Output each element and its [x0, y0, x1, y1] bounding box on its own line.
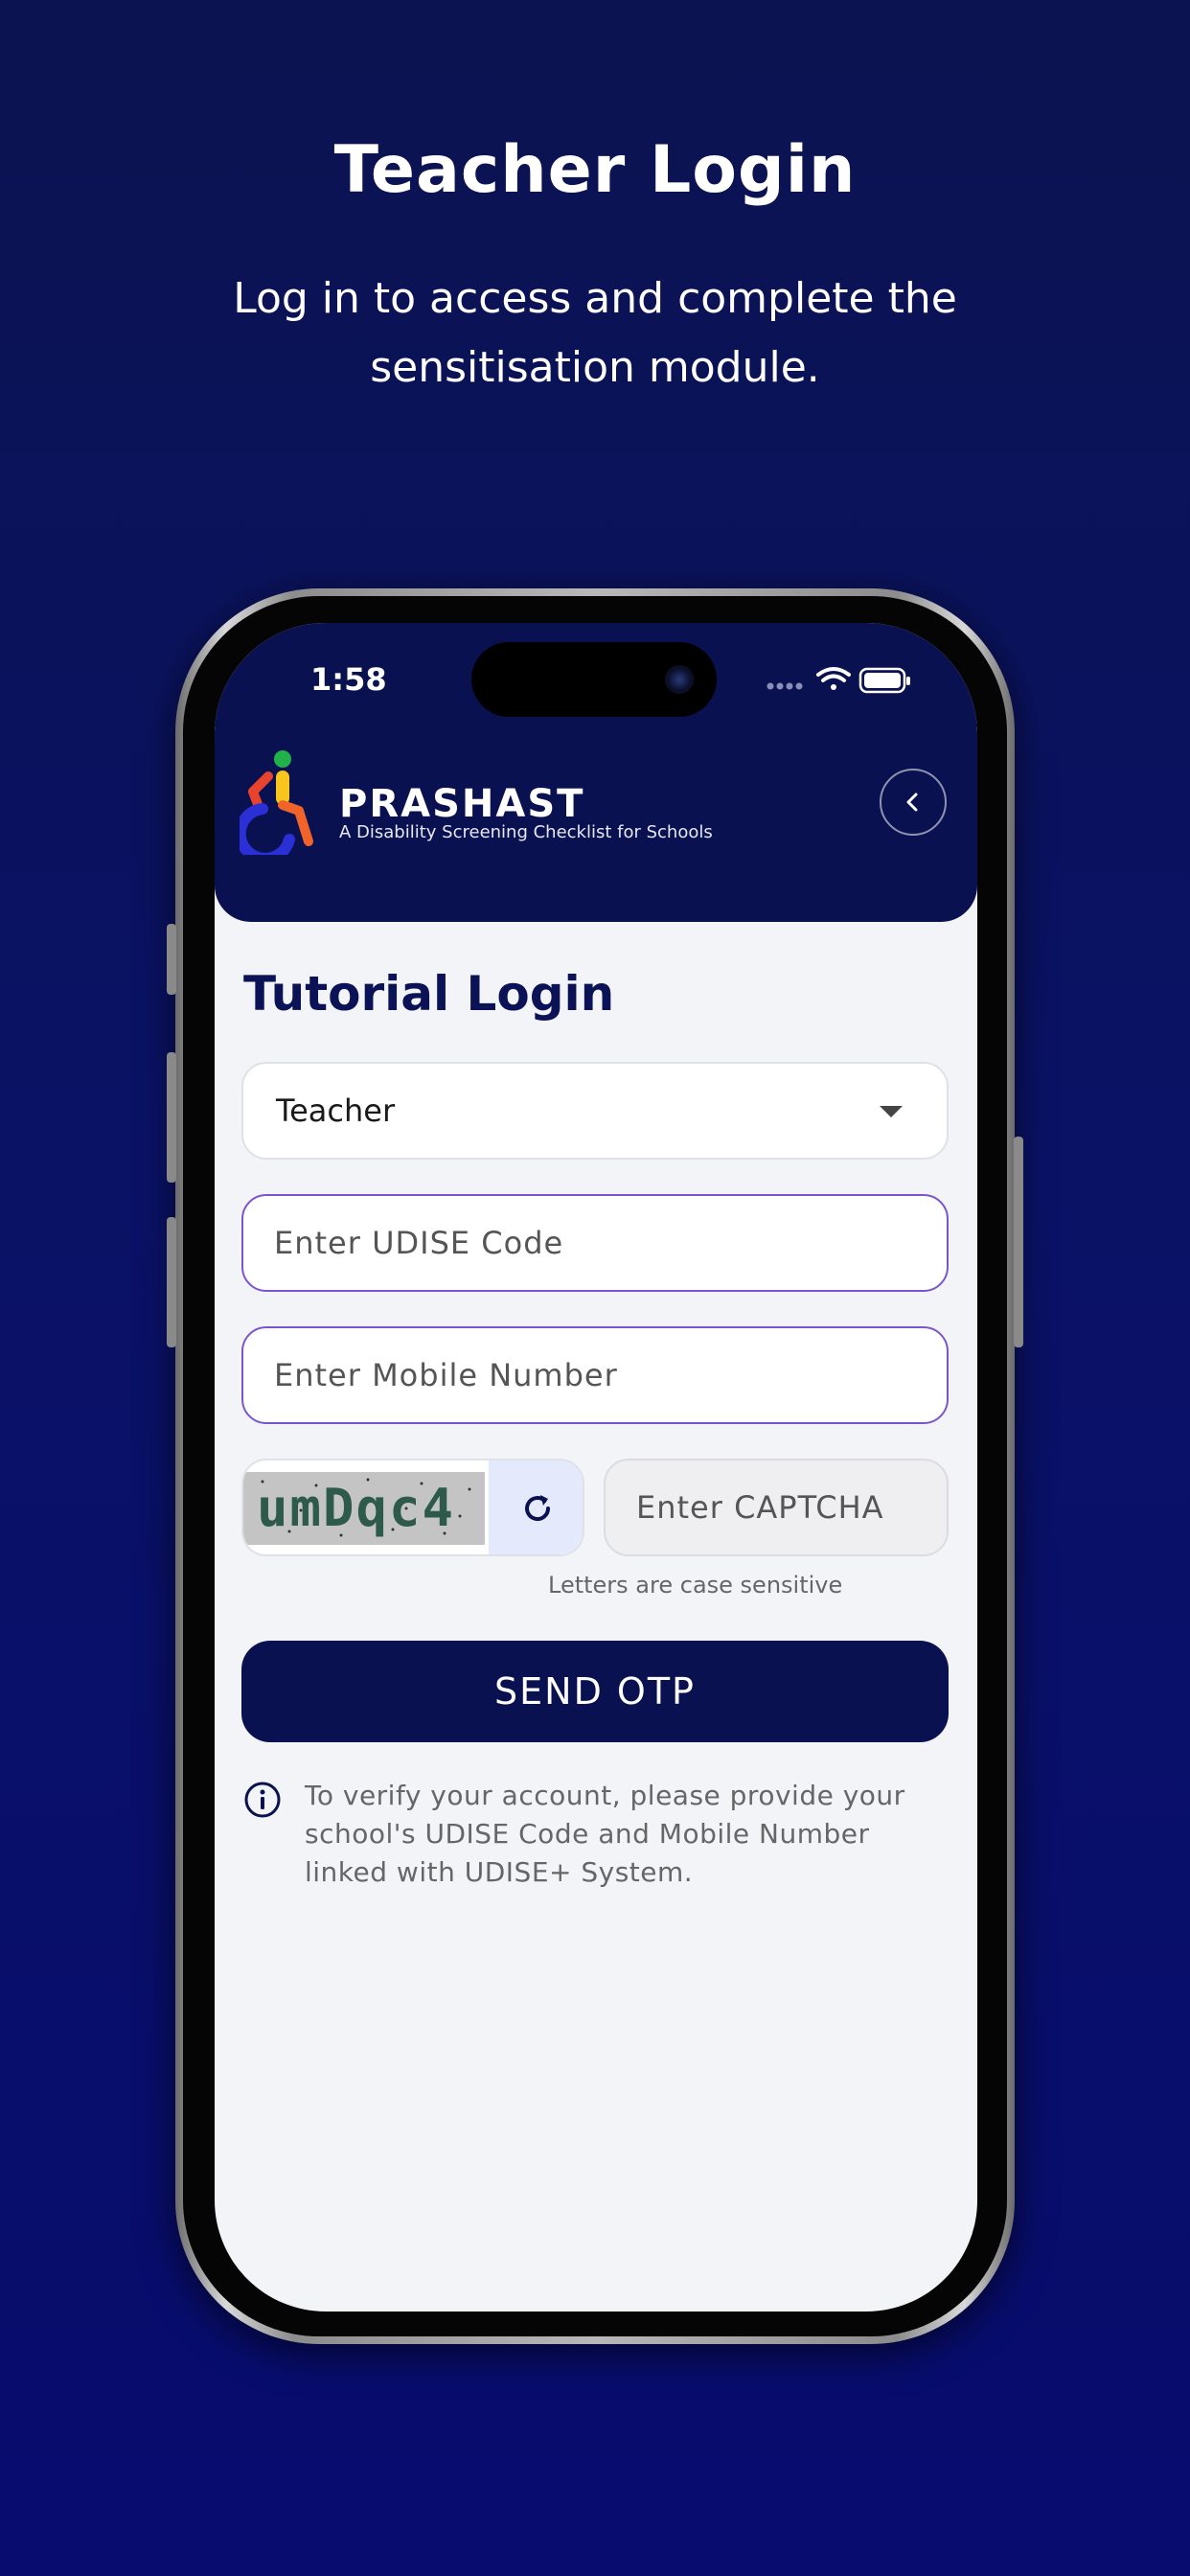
- phone-volume-down-button: [167, 1217, 176, 1347]
- wifi-icon: [816, 667, 851, 690]
- send-otp-button[interactable]: SEND OTP: [241, 1641, 949, 1742]
- battery-icon: [858, 667, 910, 694]
- camera-icon: [665, 665, 694, 694]
- captcha-image: umDqc4: [243, 1472, 485, 1545]
- chevron-left-icon: [906, 793, 918, 812]
- captcha-input[interactable]: [606, 1460, 947, 1554]
- info-icon: [244, 1782, 281, 1818]
- back-button[interactable]: [880, 769, 947, 836]
- phone-power-button: [1014, 1137, 1023, 1347]
- info-text: To verify your account, please provide y…: [305, 1780, 905, 1888]
- captcha-box: umDqc4: [241, 1459, 584, 1556]
- captcha-text-value: umDqc4: [257, 1478, 456, 1538]
- status-icons: [767, 667, 910, 694]
- app-header: 1:58 PRASHAST A Disability Screening Che…: [215, 623, 977, 922]
- role-select-value: Teacher: [276, 1092, 396, 1129]
- refresh-icon: [525, 1495, 551, 1522]
- phone-volume-up-button: [167, 1052, 176, 1183]
- page-title: Tutorial Login: [243, 966, 615, 1022]
- dynamic-island: [471, 642, 717, 717]
- app-screen: 1:58 PRASHAST A Disability Screening Che…: [215, 623, 977, 2312]
- captcha-hint: Letters are case sensitive: [548, 1572, 843, 1598]
- status-time: 1:58: [310, 661, 387, 698]
- caret-down-icon: [880, 1106, 903, 1117]
- promo-title: Teacher Login: [333, 132, 857, 208]
- mobile-number-input[interactable]: [243, 1328, 947, 1422]
- brand-name: PRASHAST: [339, 782, 585, 826]
- udise-code-input[interactable]: [243, 1196, 947, 1290]
- captcha-text: umDqc4: [257, 1478, 455, 1538]
- brand-tagline: A Disability Screening Checklist for Sch…: [339, 822, 713, 842]
- udise-code-field[interactable]: [241, 1194, 949, 1292]
- phone-action-button: [167, 924, 176, 995]
- signal-icon: [767, 682, 803, 690]
- role-select[interactable]: Teacher: [241, 1062, 949, 1160]
- promo-subtitle: Log in to access and complete the sensit…: [233, 274, 957, 392]
- mobile-number-field[interactable]: [241, 1326, 949, 1424]
- captcha-refresh-button[interactable]: [489, 1460, 583, 1554]
- captcha-field[interactable]: [604, 1459, 949, 1556]
- prashast-logo-icon: [240, 750, 313, 855]
